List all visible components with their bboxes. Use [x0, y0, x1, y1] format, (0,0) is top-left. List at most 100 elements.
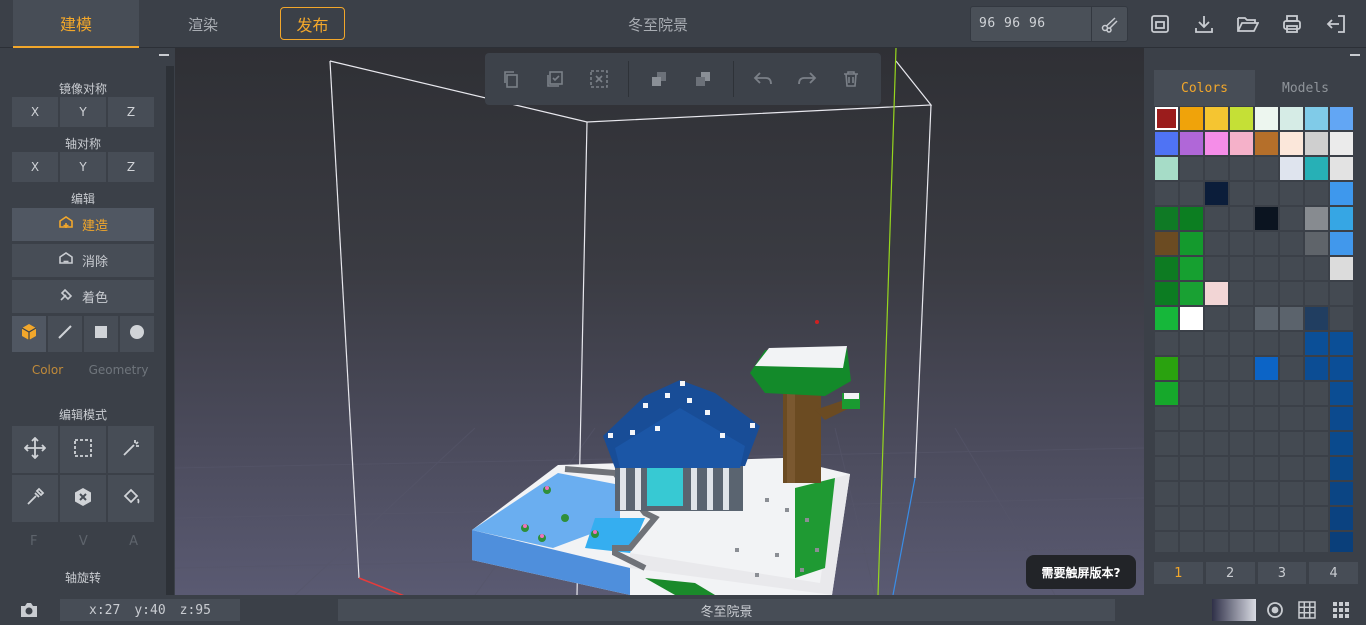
color-swatch[interactable]	[1180, 407, 1203, 430]
move-tool[interactable]	[12, 426, 58, 473]
color-swatch[interactable]	[1205, 182, 1228, 205]
axis-sym-x-button[interactable]: X	[12, 152, 58, 182]
color-swatch[interactable]	[1205, 132, 1228, 155]
deselect-icon[interactable]	[587, 67, 611, 91]
color-swatch[interactable]	[1180, 432, 1203, 455]
color-swatch[interactable]	[1280, 407, 1303, 430]
select-tool[interactable]	[60, 426, 106, 473]
color-swatch[interactable]	[1230, 357, 1253, 380]
color-swatch[interactable]	[1205, 307, 1228, 330]
delete-icon[interactable]	[839, 67, 863, 91]
color-swatch[interactable]	[1255, 107, 1278, 130]
color-swatch[interactable]	[1305, 182, 1328, 205]
collapse-right-icon[interactable]	[1350, 54, 1360, 56]
select-all-icon[interactable]	[543, 67, 567, 91]
color-swatch[interactable]	[1255, 482, 1278, 505]
build-button[interactable]: 建造	[12, 208, 154, 241]
color-swatch[interactable]	[1205, 482, 1228, 505]
color-swatch[interactable]	[1305, 507, 1328, 530]
color-swatch[interactable]	[1305, 457, 1328, 480]
color-swatch[interactable]	[1305, 307, 1328, 330]
color-swatch[interactable]	[1255, 182, 1278, 205]
paint-button[interactable]: 着色	[12, 280, 154, 313]
color-swatch[interactable]	[1280, 207, 1303, 230]
color-swatch[interactable]	[1180, 282, 1203, 305]
color-swatch[interactable]	[1230, 182, 1253, 205]
axis-sym-z-button[interactable]: Z	[108, 152, 154, 182]
mirror-y-button[interactable]: Y	[60, 97, 106, 127]
scissors-icon[interactable]	[1091, 7, 1127, 41]
tab-colors[interactable]: Colors	[1154, 70, 1255, 106]
color-swatch[interactable]	[1330, 407, 1353, 430]
color-swatch[interactable]	[1330, 207, 1353, 230]
color-swatch[interactable]	[1230, 107, 1253, 130]
color-swatch[interactable]	[1205, 532, 1228, 552]
color-swatch[interactable]	[1305, 257, 1328, 280]
color-swatch[interactable]	[1155, 382, 1178, 405]
color-swatch[interactable]	[1155, 307, 1178, 330]
color-swatch[interactable]	[1230, 332, 1253, 355]
color-swatch[interactable]	[1155, 257, 1178, 280]
color-swatch[interactable]	[1280, 357, 1303, 380]
color-swatch[interactable]	[1305, 407, 1328, 430]
color-swatch[interactable]	[1205, 107, 1228, 130]
color-swatch[interactable]	[1255, 532, 1278, 552]
color-swatch[interactable]	[1255, 282, 1278, 305]
color-swatch[interactable]	[1230, 482, 1253, 505]
color-swatch[interactable]	[1280, 507, 1303, 530]
color-swatch[interactable]	[1180, 482, 1203, 505]
download-icon[interactable]	[1192, 12, 1216, 36]
left-scrollbar[interactable]	[166, 66, 174, 595]
color-swatch[interactable]	[1205, 507, 1228, 530]
color-swatch[interactable]	[1205, 407, 1228, 430]
color-swatch[interactable]	[1155, 532, 1178, 552]
camera-icon[interactable]	[18, 599, 40, 621]
grid-icon[interactable]	[1296, 599, 1318, 621]
color-swatch[interactable]	[1205, 357, 1228, 380]
color-swatch[interactable]	[1180, 307, 1203, 330]
canvas-size-field[interactable]: 96 96 96	[970, 6, 1128, 42]
color-swatch[interactable]	[1155, 407, 1178, 430]
background-gradient-swatch[interactable]	[1212, 599, 1256, 621]
color-swatch[interactable]	[1205, 332, 1228, 355]
print-icon[interactable]	[1280, 12, 1304, 36]
cube-shape-button[interactable]	[12, 316, 46, 352]
palette-page-4[interactable]: 4	[1309, 562, 1358, 584]
palette-page-3[interactable]: 3	[1257, 562, 1307, 584]
color-swatch[interactable]	[1180, 232, 1203, 255]
color-swatch[interactable]	[1155, 182, 1178, 205]
color-swatch[interactable]	[1205, 207, 1228, 230]
color-swatch[interactable]	[1280, 482, 1303, 505]
palette-page-1[interactable]: 1	[1154, 562, 1203, 584]
eyedropper-tool[interactable]	[12, 475, 58, 522]
color-swatch[interactable]	[1280, 457, 1303, 480]
color-swatch[interactable]	[1305, 232, 1328, 255]
color-swatch[interactable]	[1230, 257, 1253, 280]
circle-shape-button[interactable]	[120, 316, 154, 352]
mirror-z-button[interactable]: Z	[108, 97, 154, 127]
canvas-size-value[interactable]: 96 96 96	[979, 7, 1046, 41]
color-swatch[interactable]	[1155, 107, 1178, 130]
color-swatch[interactable]	[1330, 482, 1353, 505]
color-swatch[interactable]	[1330, 232, 1353, 255]
color-swatch[interactable]	[1180, 382, 1203, 405]
color-swatch[interactable]	[1280, 232, 1303, 255]
color-swatch[interactable]	[1155, 357, 1178, 380]
color-swatch[interactable]	[1255, 157, 1278, 180]
color-swatch[interactable]	[1330, 532, 1353, 552]
color-swatch[interactable]	[1230, 407, 1253, 430]
axis-sym-y-button[interactable]: Y	[60, 152, 106, 182]
color-swatch[interactable]	[1180, 507, 1203, 530]
color-swatch[interactable]	[1155, 457, 1178, 480]
color-swatch[interactable]	[1255, 332, 1278, 355]
color-swatch[interactable]	[1205, 232, 1228, 255]
face-toggle[interactable]: F	[30, 534, 37, 549]
tab-models[interactable]: Models	[1255, 70, 1356, 106]
color-swatch[interactable]	[1280, 532, 1303, 552]
tab-geometry[interactable]: Geometry	[83, 359, 154, 381]
color-swatch[interactable]	[1280, 282, 1303, 305]
color-swatch[interactable]	[1205, 157, 1228, 180]
square-shape-button[interactable]	[84, 316, 118, 352]
color-swatch[interactable]	[1255, 457, 1278, 480]
color-swatch[interactable]	[1180, 182, 1203, 205]
